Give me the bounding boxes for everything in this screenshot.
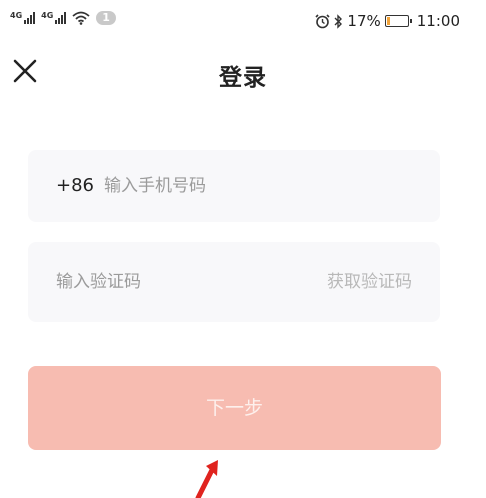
signal-icon-2: 4G [41, 11, 67, 24]
code-placeholder: 输入验证码 [56, 272, 141, 292]
phone-placeholder: 输入手机号码 [104, 176, 206, 196]
battery-percent: 17% [347, 12, 381, 30]
page-title: 登录 [219, 65, 267, 91]
arrow-annotation-icon [195, 460, 218, 498]
signal-label: 4G [10, 11, 23, 20]
get-code-button[interactable]: 获取验证码 [327, 242, 412, 322]
wifi-icon [72, 11, 90, 25]
verification-code-input[interactable]: 输入验证码 获取验证码 [28, 242, 440, 322]
status-bar: 4G 4G 1 17% 11:00 [0, 0, 486, 44]
battery-fill [386, 17, 390, 25]
status-left: 4G 4G 1 [10, 11, 116, 25]
bluetooth-icon [334, 13, 343, 29]
signal-icon: 4G [10, 11, 36, 24]
battery-icon [384, 15, 412, 27]
next-button[interactable]: 下一步 [28, 366, 441, 450]
alarm-icon [315, 13, 330, 28]
status-right: 17% 11:00 [315, 12, 460, 30]
signal-label-2: 4G [41, 11, 54, 20]
notification-badge: 1 [96, 11, 116, 25]
phone-input[interactable]: +86 输入手机号码 [28, 150, 440, 222]
country-code[interactable]: +86 [56, 150, 94, 222]
clock: 11:00 [416, 12, 460, 30]
